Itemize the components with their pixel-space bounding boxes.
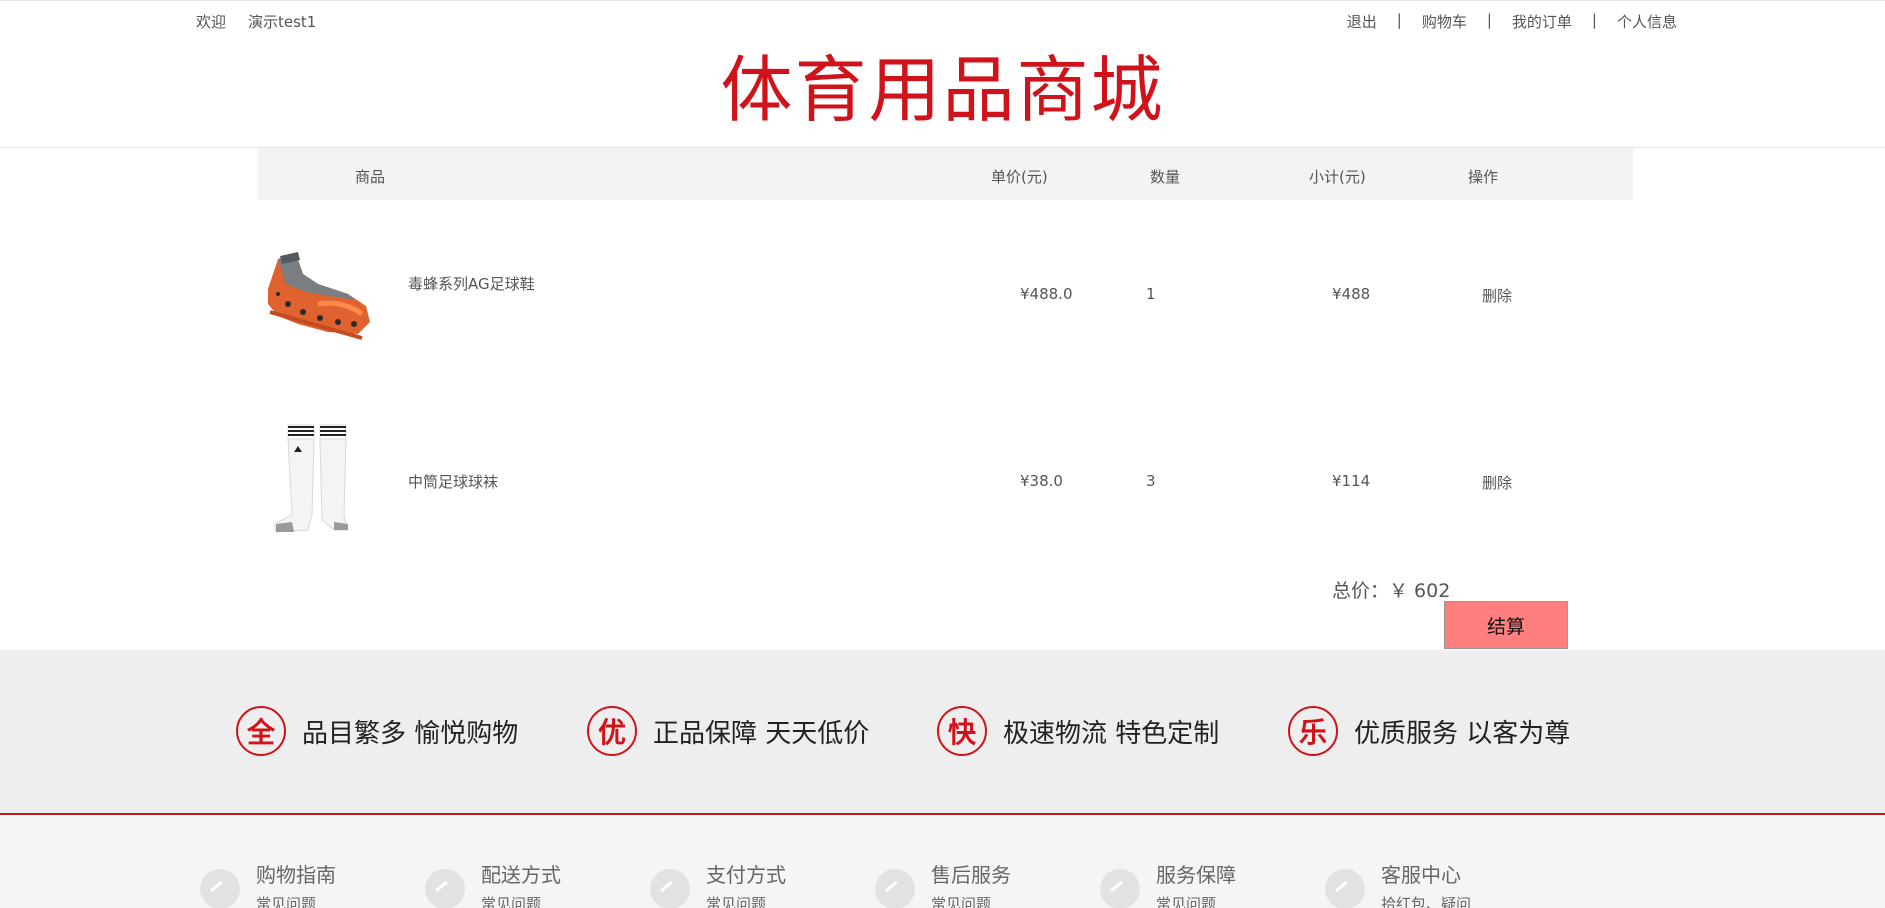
feature-item: 乐 优质服务 以客为尊 bbox=[1288, 706, 1570, 756]
delete-button[interactable]: 删除 bbox=[1482, 285, 1512, 306]
cart-row: 毒蜂系列AG足球鞋 ¥488.0 1 ¥488 删除 bbox=[258, 234, 1633, 364]
compass-icon bbox=[200, 869, 240, 908]
feature-text: 极速物流 特色定制 bbox=[1003, 718, 1220, 749]
footer-link[interactable]: 常见问题 bbox=[1156, 893, 1216, 908]
footer-link[interactable]: 常见问题 bbox=[481, 893, 541, 908]
footer-title[interactable]: 售后服务 bbox=[931, 859, 1011, 888]
feature-text: 品目繁多 愉悦购物 bbox=[302, 718, 519, 749]
footer-link[interactable]: 常见问题 bbox=[931, 893, 991, 908]
col-unit-price: 单价(元) bbox=[991, 168, 1048, 186]
footer-title[interactable]: 客服中心 bbox=[1381, 859, 1461, 888]
compass-icon bbox=[875, 869, 915, 908]
my-orders-link[interactable]: 我的订单 bbox=[1512, 11, 1572, 32]
unit-price: ¥38.0 bbox=[1020, 472, 1063, 490]
product-name[interactable]: 中筒足球球袜 bbox=[408, 472, 538, 492]
features-bar: 全 品目繁多 愉悦购物 优 正品保障 天天低价 快 极速物流 特色定制 乐 优质… bbox=[0, 650, 1885, 815]
compass-icon bbox=[425, 869, 465, 908]
product-name[interactable]: 毒蜂系列AG足球鞋 bbox=[408, 274, 538, 294]
col-subtotal: 小计(元) bbox=[1309, 168, 1366, 186]
feature-badge-icon: 全 bbox=[236, 706, 286, 756]
feature-badge-icon: 乐 bbox=[1288, 706, 1338, 756]
footer-link[interactable]: 拾红包、疑问 bbox=[1381, 893, 1471, 908]
compass-icon bbox=[1100, 869, 1140, 908]
feature-badge-icon: 快 bbox=[937, 706, 987, 756]
footer-link[interactable]: 常见问题 bbox=[706, 893, 766, 908]
col-quantity: 数量 bbox=[1150, 168, 1181, 186]
compass-icon bbox=[1325, 869, 1365, 908]
unit-price: ¥488.0 bbox=[1020, 285, 1073, 303]
cart-row: 中筒足球球袜 ¥38.0 3 ¥114 删除 bbox=[258, 420, 1633, 550]
nav-separator: | bbox=[1591, 11, 1597, 29]
site-logo[interactable]: 体育用品商城 bbox=[0, 44, 1885, 136]
feature-item: 快 极速物流 特色定制 bbox=[937, 706, 1219, 756]
feature-item: 优 正品保障 天天低价 bbox=[587, 706, 869, 756]
username: 演示test1 bbox=[248, 13, 317, 31]
total-price: 总价：￥ 602 bbox=[1332, 580, 1451, 602]
footer-title[interactable]: 服务保障 bbox=[1156, 859, 1236, 888]
profile-link[interactable]: 个人信息 bbox=[1617, 11, 1677, 32]
feature-badge-icon: 优 bbox=[587, 706, 637, 756]
logout-link[interactable]: 退出 bbox=[1347, 11, 1377, 32]
top-nav: 退出 | 购物车 | 我的订单 | 个人信息 bbox=[1347, 11, 1677, 32]
quantity-value[interactable]: 3 bbox=[1146, 472, 1156, 490]
quantity-value[interactable]: 1 bbox=[1146, 285, 1156, 303]
footer-link[interactable]: 常见问题 bbox=[256, 893, 316, 908]
compass-icon bbox=[650, 869, 690, 908]
nav-separator: | bbox=[1486, 11, 1492, 29]
footer-title[interactable]: 配送方式 bbox=[481, 859, 561, 888]
welcome-text: 欢迎 bbox=[196, 13, 227, 31]
cart-link[interactable]: 购物车 bbox=[1422, 11, 1467, 32]
col-action: 操作 bbox=[1468, 168, 1499, 186]
soccer-shoe-icon[interactable] bbox=[258, 234, 378, 354]
subtotal-value: ¥488 bbox=[1332, 285, 1371, 303]
feature-text: 优质服务 以客为尊 bbox=[1354, 718, 1571, 749]
checkout-button[interactable]: 结算 bbox=[1444, 601, 1568, 649]
col-product: 商品 bbox=[355, 168, 386, 186]
cart-table-header: 商品 单价(元) 数量 小计(元) 操作 bbox=[258, 148, 1633, 200]
delete-button[interactable]: 删除 bbox=[1482, 472, 1512, 493]
top-bar: 欢迎 演示test1 退出 | 购物车 | 我的订单 | 个人信息 bbox=[0, 0, 1885, 40]
feature-item: 全 品目繁多 愉悦购物 bbox=[236, 706, 518, 756]
subtotal-value: ¥114 bbox=[1332, 472, 1371, 490]
footer-title[interactable]: 购物指南 bbox=[256, 859, 336, 888]
feature-text: 正品保障 天天低价 bbox=[653, 718, 870, 749]
footer-title[interactable]: 支付方式 bbox=[706, 859, 786, 888]
nav-separator: | bbox=[1396, 11, 1402, 29]
soccer-socks-icon[interactable] bbox=[258, 420, 378, 540]
footer: 购物指南 常见问题 配送方式 常见问题 支付方式 常见问题 售后服务 常见问题 … bbox=[0, 817, 1885, 908]
